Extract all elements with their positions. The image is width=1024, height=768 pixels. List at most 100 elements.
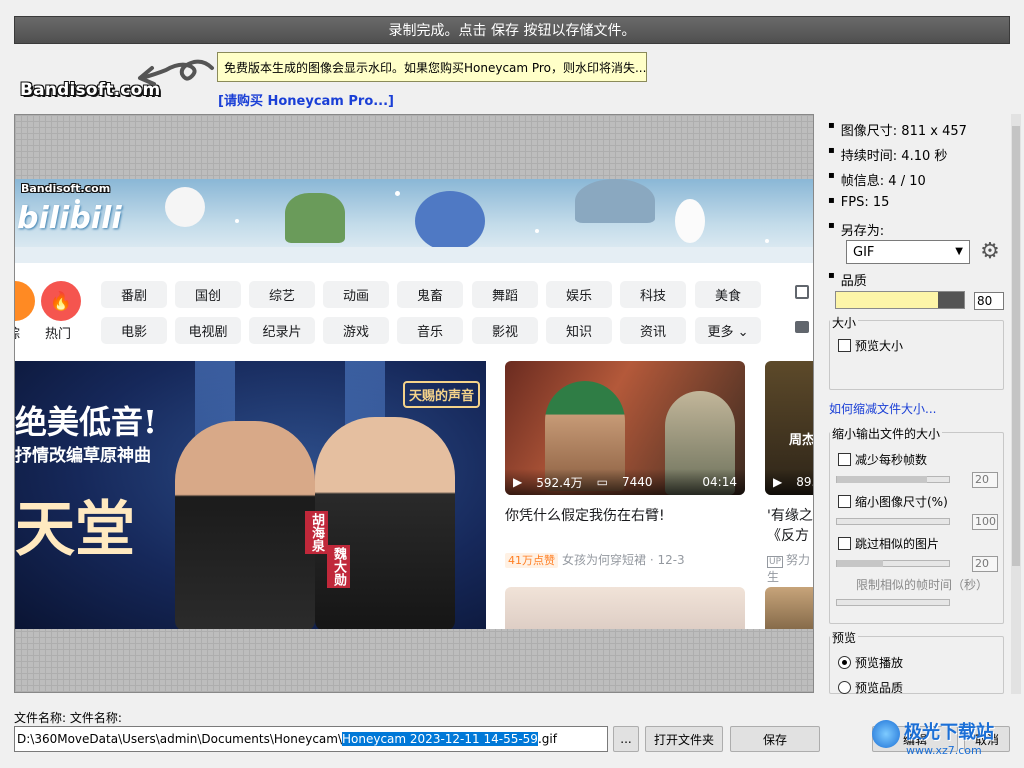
snowman-illustration [675, 199, 705, 243]
shrink-size-checkbox[interactable]: 缩小图像尺寸(%) [838, 493, 948, 510]
preview-play-radio[interactable]: 预览播放 [838, 654, 903, 671]
shrink-size-slider[interactable] [836, 518, 950, 525]
duration-info: ▪ 持续时间: 4.10 秒 [828, 145, 948, 164]
video-card-thumb-2: 周杰 ▶ 89.6 [765, 361, 813, 495]
preview-size-checkbox[interactable]: 预览大小 [838, 337, 903, 354]
snow-creature-illustration [165, 187, 205, 227]
category-pill: 娱乐 [546, 281, 612, 308]
buy-pro-link[interactable]: [请购买 Honeycam Pro...] [218, 90, 394, 109]
category-pill: 番剧 [101, 281, 167, 308]
cancel-button[interactable]: 取消 [964, 726, 1010, 752]
banner-text: 录制完成。点击 保存 按钮以存储文件。 [388, 23, 636, 39]
preview-group-title: 预览 [830, 629, 859, 646]
danmaku-icon: ▭ [596, 475, 608, 489]
save-as-label: ▪ 另存为: [828, 220, 885, 239]
video-stats: ▶ 592.4万 ▭ 7440 04:14 [505, 469, 745, 495]
format-dropdown[interactable]: GIF ▼ [846, 240, 970, 264]
video-icon [795, 321, 809, 333]
filename-label: 文件名称: 文件名称: [14, 711, 122, 725]
watermark-notice: 免费版本生成的图像会显示水印。如果您购买Honeycam Pro，则水印将消失.… [217, 52, 647, 82]
featured-video-card: 绝美低音! 抒情改编草原神曲 天堂 天赐的声音 胡海泉 魏大勋 [15, 361, 486, 629]
category-pill: 国创 [175, 281, 241, 308]
gif-watermark: Bandisoft.com [21, 182, 111, 195]
skip-similar-value[interactable]: 20 [972, 556, 998, 572]
radio-button[interactable] [838, 681, 851, 694]
singer-left-figure [175, 421, 315, 629]
fps-info: ▪ FPS: 15 [828, 195, 890, 210]
name-tag-a: 胡海泉 [305, 511, 328, 554]
hot-fire-icon: 🔥 [41, 281, 81, 321]
featured-subline: 抒情改编草原神曲 [15, 446, 151, 466]
category-pill: 动画 [323, 281, 389, 308]
quality-slider-fill [836, 292, 939, 308]
reduce-fps-checkbox[interactable]: 减少每秒帧数 [838, 451, 927, 468]
quality-label: ▪ 品质 [828, 270, 867, 289]
video-title: 你凭什么假定我伤在右臂! [505, 508, 665, 524]
video-title-2: '有缘之 [767, 508, 813, 524]
igloo-illustration [575, 179, 655, 223]
featured-headline: 绝美低音! [15, 403, 158, 441]
play-icon: ▶ [773, 475, 783, 489]
quality-value-input[interactable]: 80 [974, 292, 1004, 310]
category-pill: 知识 [546, 317, 612, 344]
singer-right-figure [315, 417, 455, 629]
category-pill: 音乐 [397, 317, 463, 344]
preview-quality-radio[interactable]: 预览品质 [838, 679, 903, 696]
play-icon: ▶ [513, 475, 523, 489]
shrink-group-title: 缩小输出文件的大小 [830, 425, 943, 442]
featured-big-text: 天堂 [15, 495, 135, 565]
category-pill: 鬼畜 [397, 281, 463, 308]
show-logo: 天赐的声音 [403, 381, 481, 408]
channel-icon [15, 281, 35, 321]
filename-input[interactable]: D:\360MoveData\Users\admin\Documents\Hon… [14, 726, 608, 752]
reduce-fps-value[interactable]: 20 [972, 472, 998, 488]
size-group-title: 大小 [830, 314, 859, 331]
category-pill: 游戏 [323, 317, 389, 344]
gif-frame: Bandisoft.com bilibili 综 🔥 热门 绝美低音! 抒情改编… [15, 179, 813, 629]
gif-preview-canvas: Bandisoft.com bilibili 综 🔥 热门 绝美低音! 抒情改编… [14, 114, 814, 693]
checkbox-box[interactable] [838, 495, 851, 508]
video-meta: 41万点赞 女孩为何穿短裙 · 12-3 [505, 551, 685, 568]
skip-similar-slider[interactable] [836, 560, 950, 567]
category-pill: 影视 [472, 317, 538, 344]
curved-arrow-icon [138, 59, 214, 86]
shrink-size-value[interactable]: 100 [972, 514, 998, 530]
open-folder-button[interactable]: 打开文件夹 [645, 726, 723, 752]
video-card-thumb-3 [505, 587, 745, 629]
name-tag-b: 魏大勋 [327, 545, 350, 588]
completion-banner: 录制完成。点击 保存 按钮以存储文件。 [14, 16, 1010, 44]
category-pill: 更多 ⌄ [695, 317, 761, 344]
skip-similar-checkbox[interactable]: 跳过相似的图片 [838, 535, 939, 552]
bilibili-logo: bilibili [17, 201, 122, 236]
panel-scrollbar-thumb[interactable] [1012, 126, 1020, 566]
blue-haired-character-illustration [415, 191, 485, 251]
category-pill: 科技 [620, 281, 686, 308]
hot-label: 热门 [45, 327, 72, 342]
video-meta-2: UP 努力生 [767, 553, 811, 584]
video-card-thumb-4 [765, 587, 813, 629]
category-pill: 纪录片 [249, 317, 315, 344]
reduce-fps-slider[interactable] [836, 476, 950, 483]
save-button[interactable]: 保存 [730, 726, 820, 752]
help-reduce-size-link[interactable]: 如何缩减文件大小... [829, 400, 936, 417]
chevron-down-icon: ▼ [955, 246, 963, 257]
checkbox-box[interactable] [838, 339, 851, 352]
checkbox-box[interactable] [838, 537, 851, 550]
edit-button[interactable]: 编辑 [872, 726, 958, 752]
category-pill: 综艺 [249, 281, 315, 308]
category-pill: 资讯 [620, 317, 686, 344]
category-pill: 电视剧 [175, 317, 241, 344]
frame-info: ▪ 帧信息: 4 / 10 [828, 170, 926, 189]
radio-button[interactable] [838, 656, 851, 669]
dynamic-icon [795, 285, 809, 299]
gear-icon[interactable]: ⚙ [978, 240, 1002, 264]
checkbox-box[interactable] [838, 453, 851, 466]
channel-label: 综 [15, 323, 20, 342]
similar-time-slider[interactable] [836, 599, 950, 606]
video-stats-2: ▶ 89.6 [765, 469, 813, 495]
similar-time-label: 限制相似的帧时间（秒） [856, 578, 989, 592]
quality-slider[interactable] [835, 291, 965, 309]
bilibili-header-banner: Bandisoft.com bilibili [15, 179, 813, 263]
browse-button[interactable]: ... [613, 726, 639, 752]
cactus-character-illustration [285, 193, 345, 243]
